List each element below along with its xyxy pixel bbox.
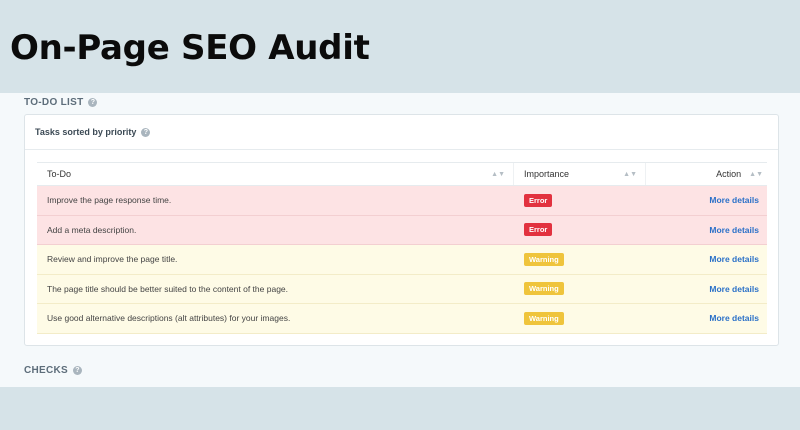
help-icon[interactable]: ?: [141, 127, 151, 137]
audit-panel: TO-DO LIST ? Tasks sorted by priority ? …: [0, 93, 800, 387]
sort-icon[interactable]: ▲▼: [623, 171, 637, 178]
status-badge: Warning: [524, 311, 564, 325]
action-cell: More details: [646, 284, 767, 294]
checks-section-title: CHECKS: [24, 365, 69, 376]
importance-cell: Warning: [514, 311, 646, 325]
table-row: Review and improve the page title. Warni…: [37, 245, 767, 275]
tasks-table: To-Do ▲▼ Importance ▲▼ Action ▲▼ Improve…: [37, 162, 767, 334]
status-badge: Error: [524, 193, 553, 207]
column-header-todo[interactable]: To-Do ▲▼: [37, 163, 514, 185]
more-details-link[interactable]: More details: [709, 313, 759, 323]
importance-cell: Error: [514, 223, 646, 237]
more-details-link[interactable]: More details: [709, 284, 759, 294]
column-label: To-Do: [47, 169, 72, 179]
table-header: To-Do ▲▼ Importance ▲▼ Action ▲▼: [37, 162, 767, 186]
column-label: Importance: [524, 169, 570, 179]
card-title: Tasks sorted by priority: [35, 127, 137, 137]
sort-icon[interactable]: ▲▼: [491, 171, 505, 178]
more-details-link[interactable]: More details: [709, 254, 759, 264]
table-row: The page title should be better suited t…: [37, 274, 767, 304]
importance-cell: Warning: [514, 252, 646, 266]
todo-section-label: TO-DO LIST ?: [24, 97, 98, 108]
checks-section-label: CHECKS ?: [24, 365, 83, 376]
task-text: Improve the page response time.: [47, 195, 172, 206]
importance-cell: Error: [514, 193, 646, 207]
action-cell: More details: [646, 225, 767, 235]
status-badge: Warning: [524, 252, 564, 266]
action-cell: More details: [646, 313, 767, 323]
task-text: Review and improve the page title.: [47, 254, 178, 265]
action-cell: More details: [646, 195, 767, 205]
table-row: Use good alternative descriptions (alt a…: [37, 304, 767, 334]
task-text: The page title should be better suited t…: [47, 283, 289, 294]
todo-section-title: TO-DO LIST: [24, 97, 84, 108]
sort-icon[interactable]: ▲▼: [749, 171, 763, 178]
status-badge: Error: [524, 223, 553, 237]
task-text: Use good alternative descriptions (alt a…: [47, 313, 291, 324]
status-badge: Warning: [524, 282, 564, 296]
page-title: On-Page SEO Audit: [10, 28, 370, 68]
task-text: Add a meta description.: [47, 224, 137, 235]
action-cell: More details: [646, 254, 767, 264]
help-icon[interactable]: ?: [88, 98, 98, 107]
card-header: Tasks sorted by priority ?: [25, 115, 778, 150]
column-header-importance[interactable]: Importance ▲▼: [514, 163, 646, 185]
help-icon[interactable]: ?: [73, 366, 83, 375]
tasks-card: Tasks sorted by priority ? To-Do ▲▼ Impo…: [24, 114, 779, 346]
importance-cell: Warning: [514, 282, 646, 296]
column-header-action[interactable]: Action ▲▼: [646, 163, 767, 185]
table-row: Improve the page response time. Error Mo…: [37, 186, 767, 216]
more-details-link[interactable]: More details: [709, 195, 759, 205]
more-details-link[interactable]: More details: [709, 225, 759, 235]
table-row: Add a meta description. Error More detai…: [37, 215, 767, 245]
column-label: Action: [716, 169, 742, 179]
